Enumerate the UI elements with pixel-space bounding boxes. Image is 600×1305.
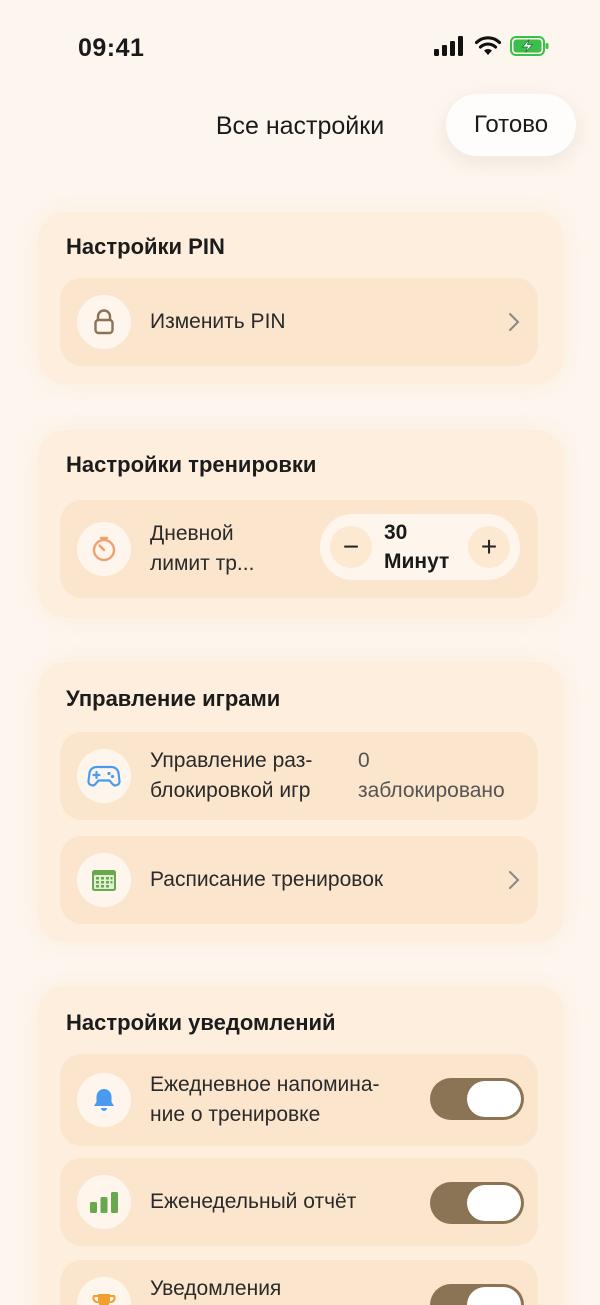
toggle-knob: [467, 1185, 521, 1221]
achievements-row: Уведомления: [60, 1260, 538, 1305]
change-pin-label: Изменить PIN: [150, 310, 286, 333]
weekly-report-toggle[interactable]: [430, 1182, 524, 1224]
daily-limit-stepper: − 30 Минут +: [320, 514, 520, 580]
status-icons: [434, 36, 550, 56]
daily-limit-row: Дневной лимит тр... − 30 Минут +: [60, 500, 538, 598]
blocked-count: 0 заблокировано: [358, 749, 505, 802]
done-button[interactable]: Готово: [446, 94, 576, 156]
timer-icon: [77, 522, 131, 576]
schedule-row[interactable]: Расписание тренировок: [60, 836, 538, 924]
wifi-icon: [475, 36, 501, 55]
daily-reminder-row: Ежедневное напомина- ние о тренировке: [60, 1054, 538, 1146]
toggle-knob: [467, 1287, 521, 1305]
notifications-card: Настройки уведомлений Ежедневное напомин…: [38, 986, 564, 1305]
section-title: Настройки уведомлений: [66, 1010, 336, 1035]
status-bar: 09:41: [0, 0, 600, 90]
limit-value: 30 Минут: [384, 521, 450, 573]
daily-reminder-label: Ежедневное напомина- ние о тренировке: [150, 1073, 380, 1126]
status-time: 09:41: [78, 34, 145, 62]
chevron-right-icon: [509, 871, 520, 889]
bell-icon: [77, 1073, 131, 1127]
section-title: Управление играми: [66, 686, 281, 711]
trophy-icon: [77, 1277, 131, 1305]
gamepad-icon: [77, 749, 131, 803]
chevron-right-icon: [509, 313, 520, 331]
schedule-label: Расписание тренировок: [150, 868, 384, 891]
bar-chart-icon: [77, 1175, 131, 1229]
change-pin-row[interactable]: Изменить PIN: [60, 278, 538, 366]
games-management-card: Управление играми Управление раз- блокир…: [38, 662, 564, 942]
unlock-games-row[interactable]: Управление раз- блокировкой игр 0 заблок…: [60, 732, 538, 820]
section-title: Настройки PIN: [66, 234, 225, 259]
calendar-icon: [77, 853, 131, 907]
nav-header: Все настройки Готово: [0, 90, 600, 170]
unlock-games-label: Управление раз- блокировкой игр: [150, 749, 313, 802]
weekly-report-label: Еженедельный отчёт: [150, 1190, 357, 1213]
weekly-report-row: Еженедельный отчёт: [60, 1158, 538, 1246]
section-title: Настройки тренировки: [66, 452, 317, 477]
battery-charging-icon: [510, 36, 549, 56]
increment-button[interactable]: +: [468, 526, 510, 568]
toggle-knob: [467, 1081, 521, 1117]
decrement-button[interactable]: −: [330, 526, 372, 568]
cellular-signal-icon: [434, 36, 463, 56]
daily-reminder-toggle[interactable]: [430, 1078, 524, 1120]
daily-limit-label: Дневной лимит тр...: [150, 522, 255, 575]
pin-settings-card: Настройки PIN Изменить PIN: [38, 212, 564, 384]
achievements-label: Уведомления: [150, 1277, 282, 1300]
training-settings-card: Настройки тренировки Дневной лимит тр...…: [38, 430, 564, 618]
achievements-toggle[interactable]: [430, 1284, 524, 1305]
lock-icon: [77, 295, 131, 349]
